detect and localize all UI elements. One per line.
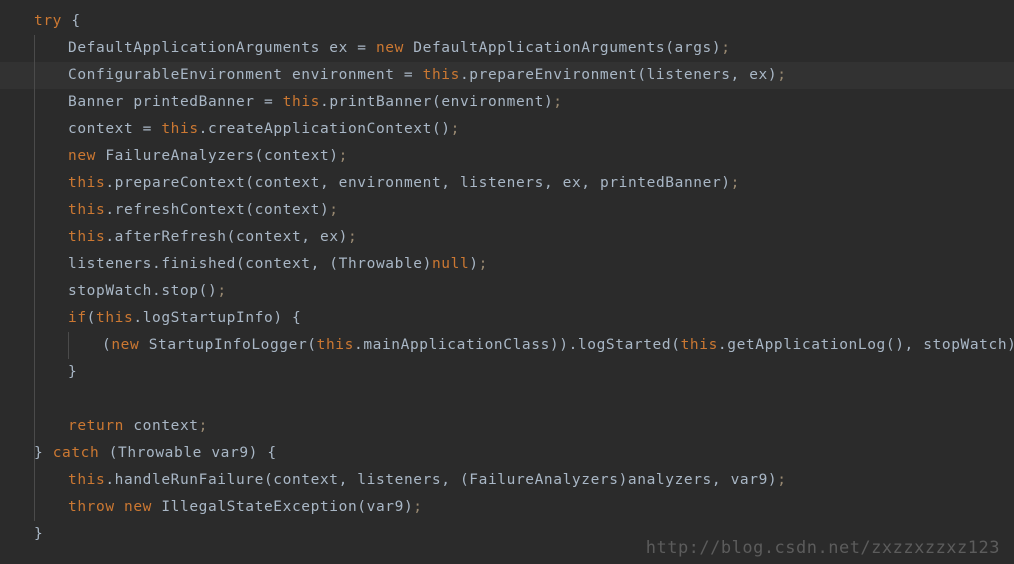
code-line[interactable]: return context; <box>0 413 1014 440</box>
code-line[interactable]: listeners.finished(context, (Throwable)n… <box>0 251 1014 278</box>
code-line[interactable]: context = this.createApplicationContext(… <box>0 116 1014 143</box>
code-line[interactable]: new FailureAnalyzers(context); <box>0 143 1014 170</box>
code-line[interactable] <box>0 386 1014 413</box>
code-line[interactable]: ConfigurableEnvironment environment = th… <box>0 62 1014 89</box>
code-line[interactable]: Banner printedBanner = this.printBanner(… <box>0 89 1014 116</box>
code-line[interactable]: if(this.logStartupInfo) { <box>0 305 1014 332</box>
code-line[interactable]: try { <box>0 8 1014 35</box>
code-line[interactable]: DefaultApplicationArguments ex = new Def… <box>0 35 1014 62</box>
code-line[interactable]: stopWatch.stop(); <box>0 278 1014 305</box>
code-line[interactable]: this.prepareContext(context, environment… <box>0 170 1014 197</box>
code-lines[interactable]: try {DefaultApplicationArguments ex = ne… <box>0 8 1014 548</box>
watermark-url: http://blog.csdn.net/zxzzxzzxz123 <box>645 538 1000 558</box>
code-line[interactable]: this.handleRunFailure(context, listeners… <box>0 467 1014 494</box>
code-line[interactable]: throw new IllegalStateException(var9); <box>0 494 1014 521</box>
code-line[interactable]: (new StartupInfoLogger(this.mainApplicat… <box>0 332 1014 359</box>
code-line[interactable]: this.refreshContext(context); <box>0 197 1014 224</box>
code-line[interactable]: this.afterRefresh(context, ex); <box>0 224 1014 251</box>
code-line[interactable]: } <box>0 359 1014 386</box>
code-line[interactable]: } catch (Throwable var9) { <box>0 440 1014 467</box>
code-editor[interactable]: try {DefaultApplicationArguments ex = ne… <box>0 0 1014 564</box>
